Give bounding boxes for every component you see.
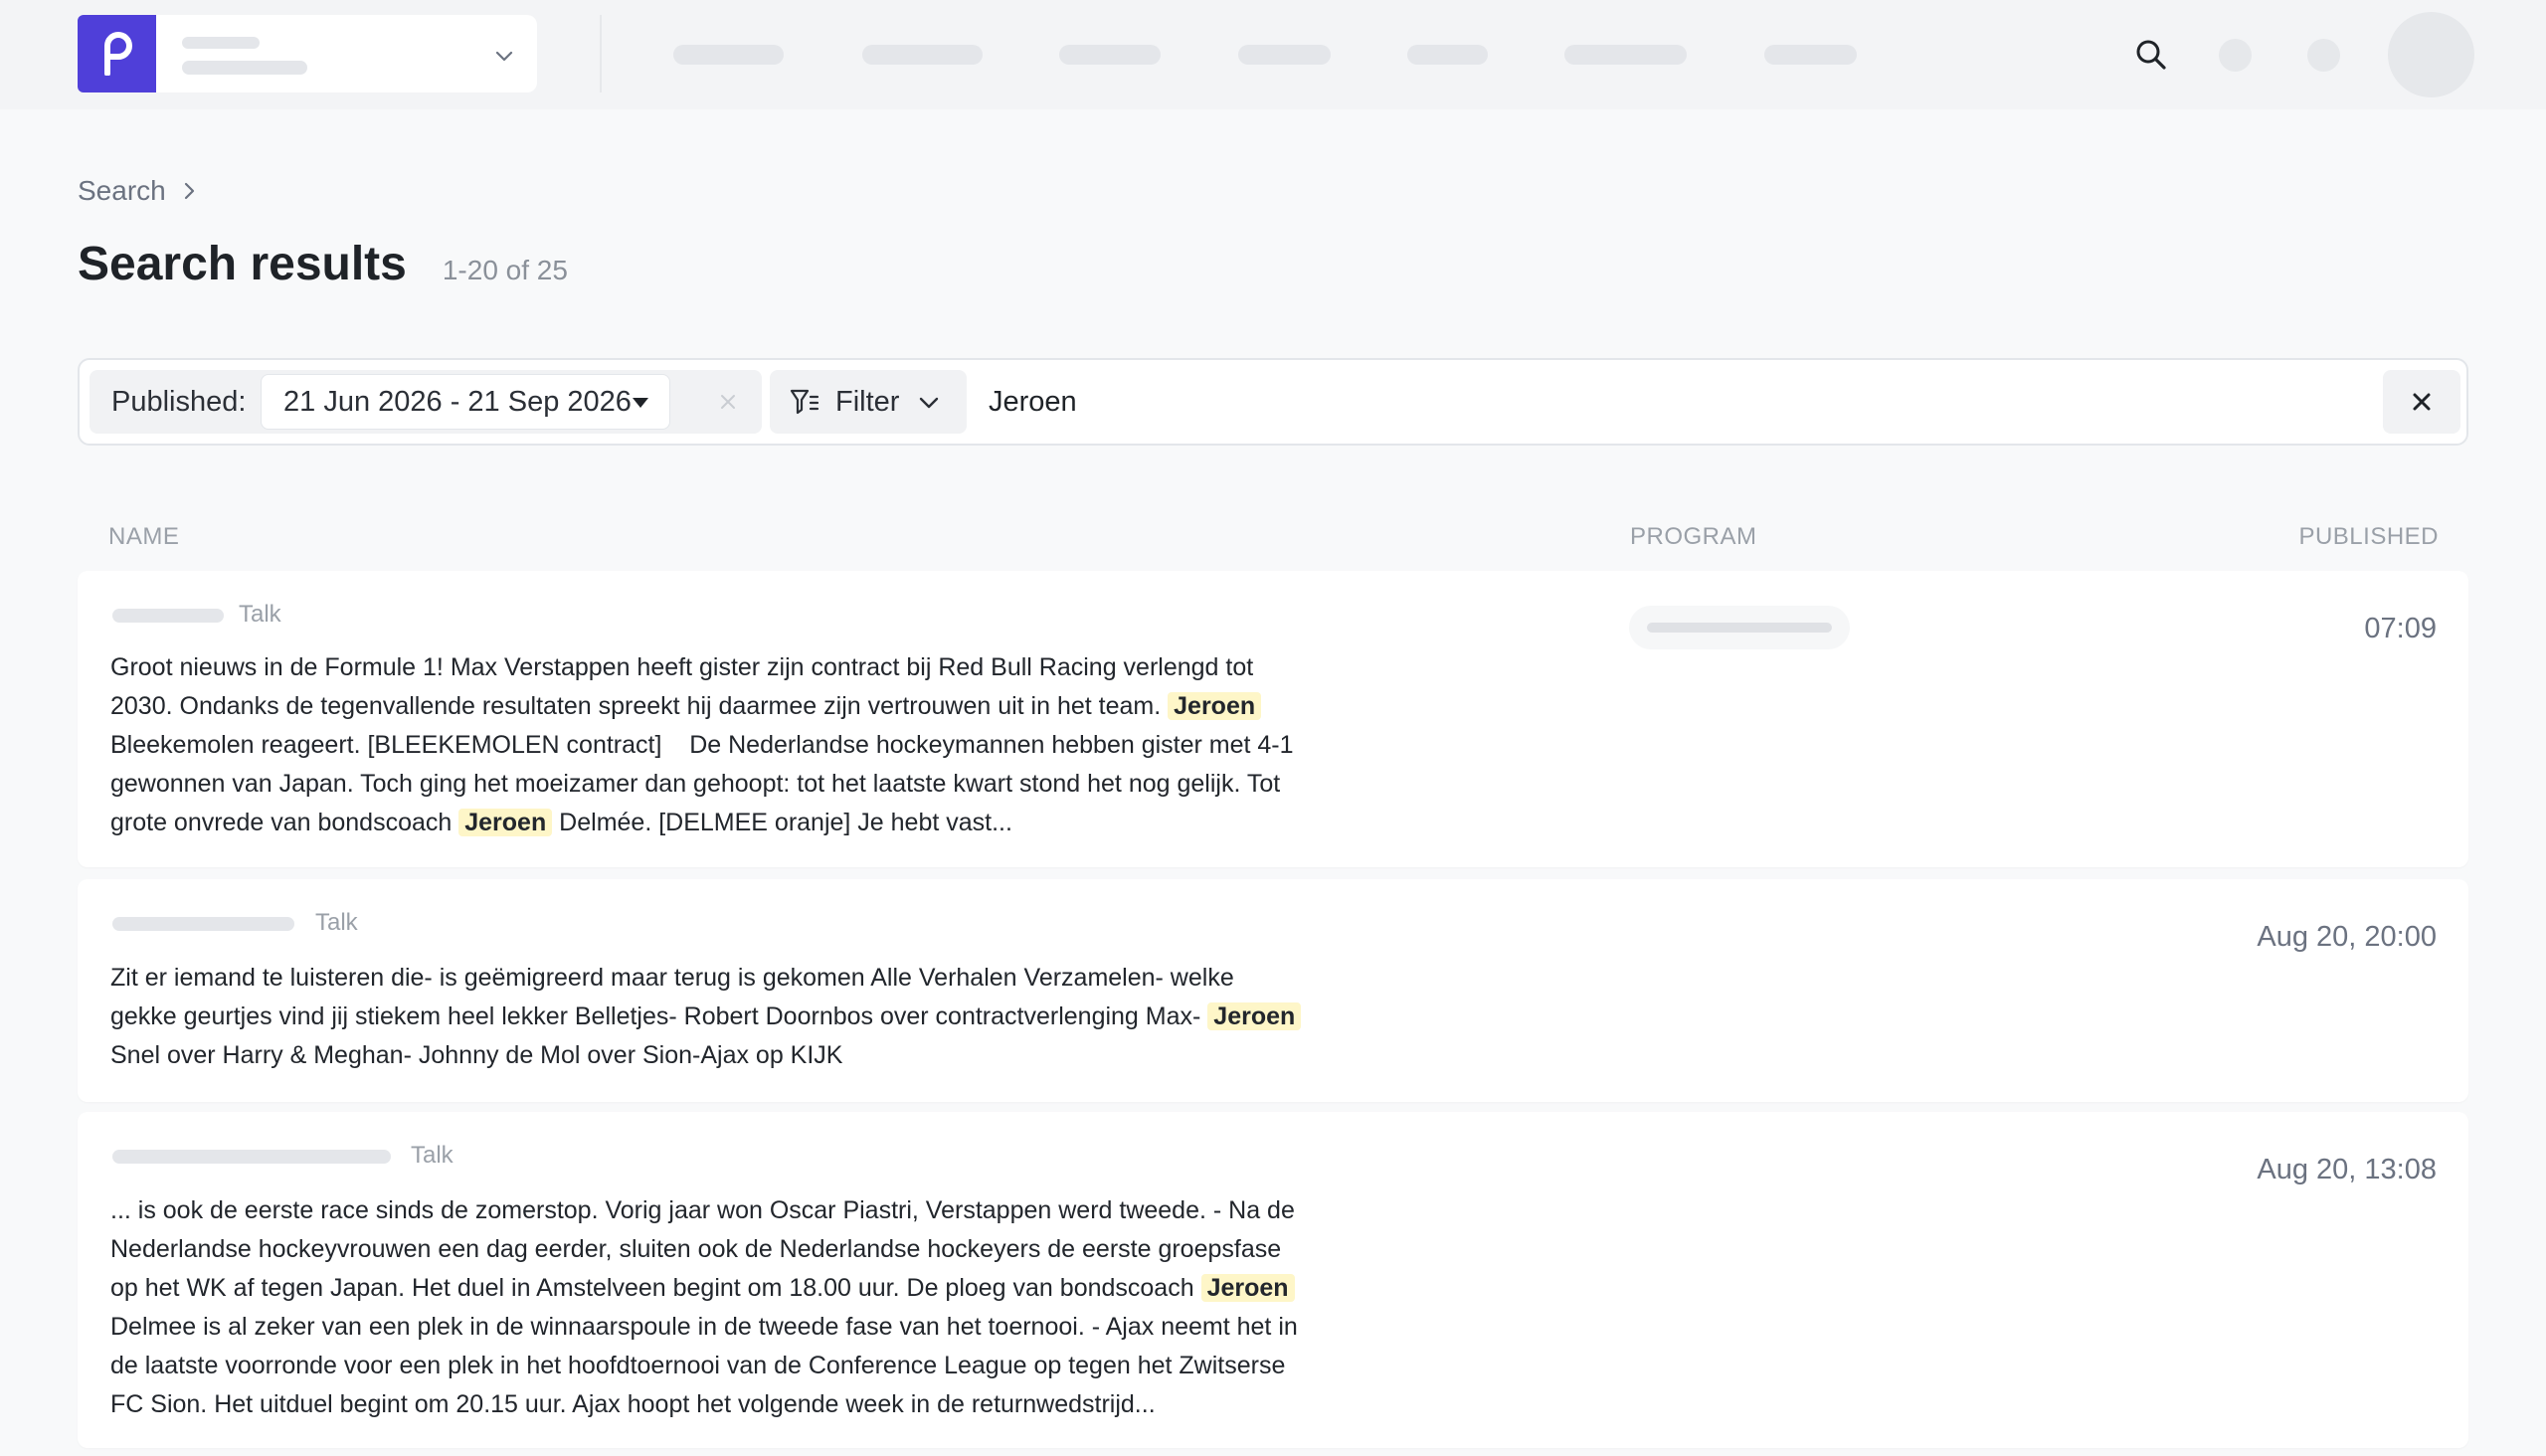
published-filter-chip: Published: 21 Jun 2026 - 21 Sep 2026 [90,370,762,434]
result-title-placeholder [112,917,294,931]
snippet-text: Snel over Harry & Meghan- Johnny de Mol … [110,1041,843,1069]
search-icon[interactable] [2134,38,2168,72]
nav-item-2[interactable] [862,45,983,65]
chevron-right-icon [184,182,194,200]
column-header-name[interactable]: NAME [108,523,179,551]
program-pill[interactable] [1629,606,1850,649]
result-title-placeholder [112,1150,391,1164]
published-label: Published: [111,386,247,418]
result-type: Talk [315,909,358,936]
published-time: Aug 20, 20:00 [2257,921,2437,953]
search-highlight: Jeroen [1168,692,1262,720]
snippet-text: Zit er iemand te luisteren die- is geëmi… [110,964,1234,1030]
logo-p-icon [103,32,132,76]
snippet-text: Groot nieuws in de Formule 1! Max Versta… [110,653,1254,720]
topbar-divider [600,15,602,92]
nav-item-5[interactable] [1407,45,1488,65]
column-header-program[interactable]: PROGRAM [1630,523,1757,551]
remove-filter-icon[interactable] [714,388,742,416]
search-highlight: Jeroen [1200,1274,1295,1302]
nav-item-6[interactable] [1564,45,1687,65]
nav-item-1[interactable] [673,45,784,65]
snippet-text: ... is ook de eerste race sinds de zomer… [110,1196,1295,1302]
published-time: Aug 20, 13:08 [2257,1154,2437,1185]
result-type: Talk [239,601,281,628]
column-header-published[interactable]: PUBLISHED [2298,523,2439,551]
result-row[interactable]: Talk 07:09 Groot nieuws in de Formule 1!… [78,571,2468,867]
help-icon[interactable] [2307,39,2340,72]
top-bar [0,0,2546,109]
result-snippet: ... is ook de eerste race sinds de zomer… [110,1191,1304,1424]
filter-button-label: Filter [835,386,900,418]
published-time: 07:09 [2364,613,2437,644]
search-input[interactable] [977,372,2419,432]
result-count: 1-20 of 25 [442,255,568,285]
search-highlight: Jeroen [458,809,553,836]
nav-item-7[interactable] [1764,45,1857,65]
search-highlight: Jeroen [1207,1002,1302,1030]
result-snippet: Zit er iemand te luisteren die- is geëmi… [110,959,1304,1075]
breadcrumb: Search [78,171,200,211]
nav-item-3[interactable] [1059,45,1161,65]
date-range-value: 21 Jun 2026 - 21 Sep 2026 [283,386,632,418]
result-title-placeholder [112,609,224,623]
clear-search-button[interactable] [2383,370,2460,434]
result-type: Talk [411,1142,454,1169]
filter-bar: Published: 21 Jun 2026 - 21 Sep 2026 Fil… [78,358,2468,446]
page-title: Search results [78,238,407,290]
result-row[interactable]: Talk Aug 20, 20:00 Zit er iemand te luis… [78,879,2468,1102]
app-logo[interactable] [78,15,156,92]
title-row: Search results 1-20 of 25 [78,237,568,291]
chevron-down-icon [919,397,939,409]
snippet-text: Delmée. [DELMEE oranje] Je hebt vast... [552,809,1012,836]
nav-item-4[interactable] [1238,45,1331,65]
snippet-text: Delmee is al zeker van een plek in de wi… [110,1313,1298,1418]
caret-down-icon [633,398,648,408]
filter-icon [790,389,819,415]
date-range-select[interactable]: 21 Jun 2026 - 21 Sep 2026 [261,374,670,430]
chevron-down-icon [495,51,513,62]
result-row[interactable]: Talk Aug 20, 13:08 ... is ook de eerste … [78,1112,2468,1448]
user-avatar[interactable] [2388,12,2474,97]
result-snippet: Groot nieuws in de Formule 1! Max Versta… [110,648,1304,842]
workspace-name-placeholder [182,37,260,49]
workspace-switcher[interactable] [156,15,537,92]
workspace-subtitle-placeholder [182,61,307,75]
close-icon [2413,393,2431,411]
filter-button[interactable]: Filter [770,370,967,434]
breadcrumb-search-link[interactable]: Search [78,175,166,207]
notifications-icon[interactable] [2219,39,2252,72]
program-name-placeholder [1647,623,1832,633]
